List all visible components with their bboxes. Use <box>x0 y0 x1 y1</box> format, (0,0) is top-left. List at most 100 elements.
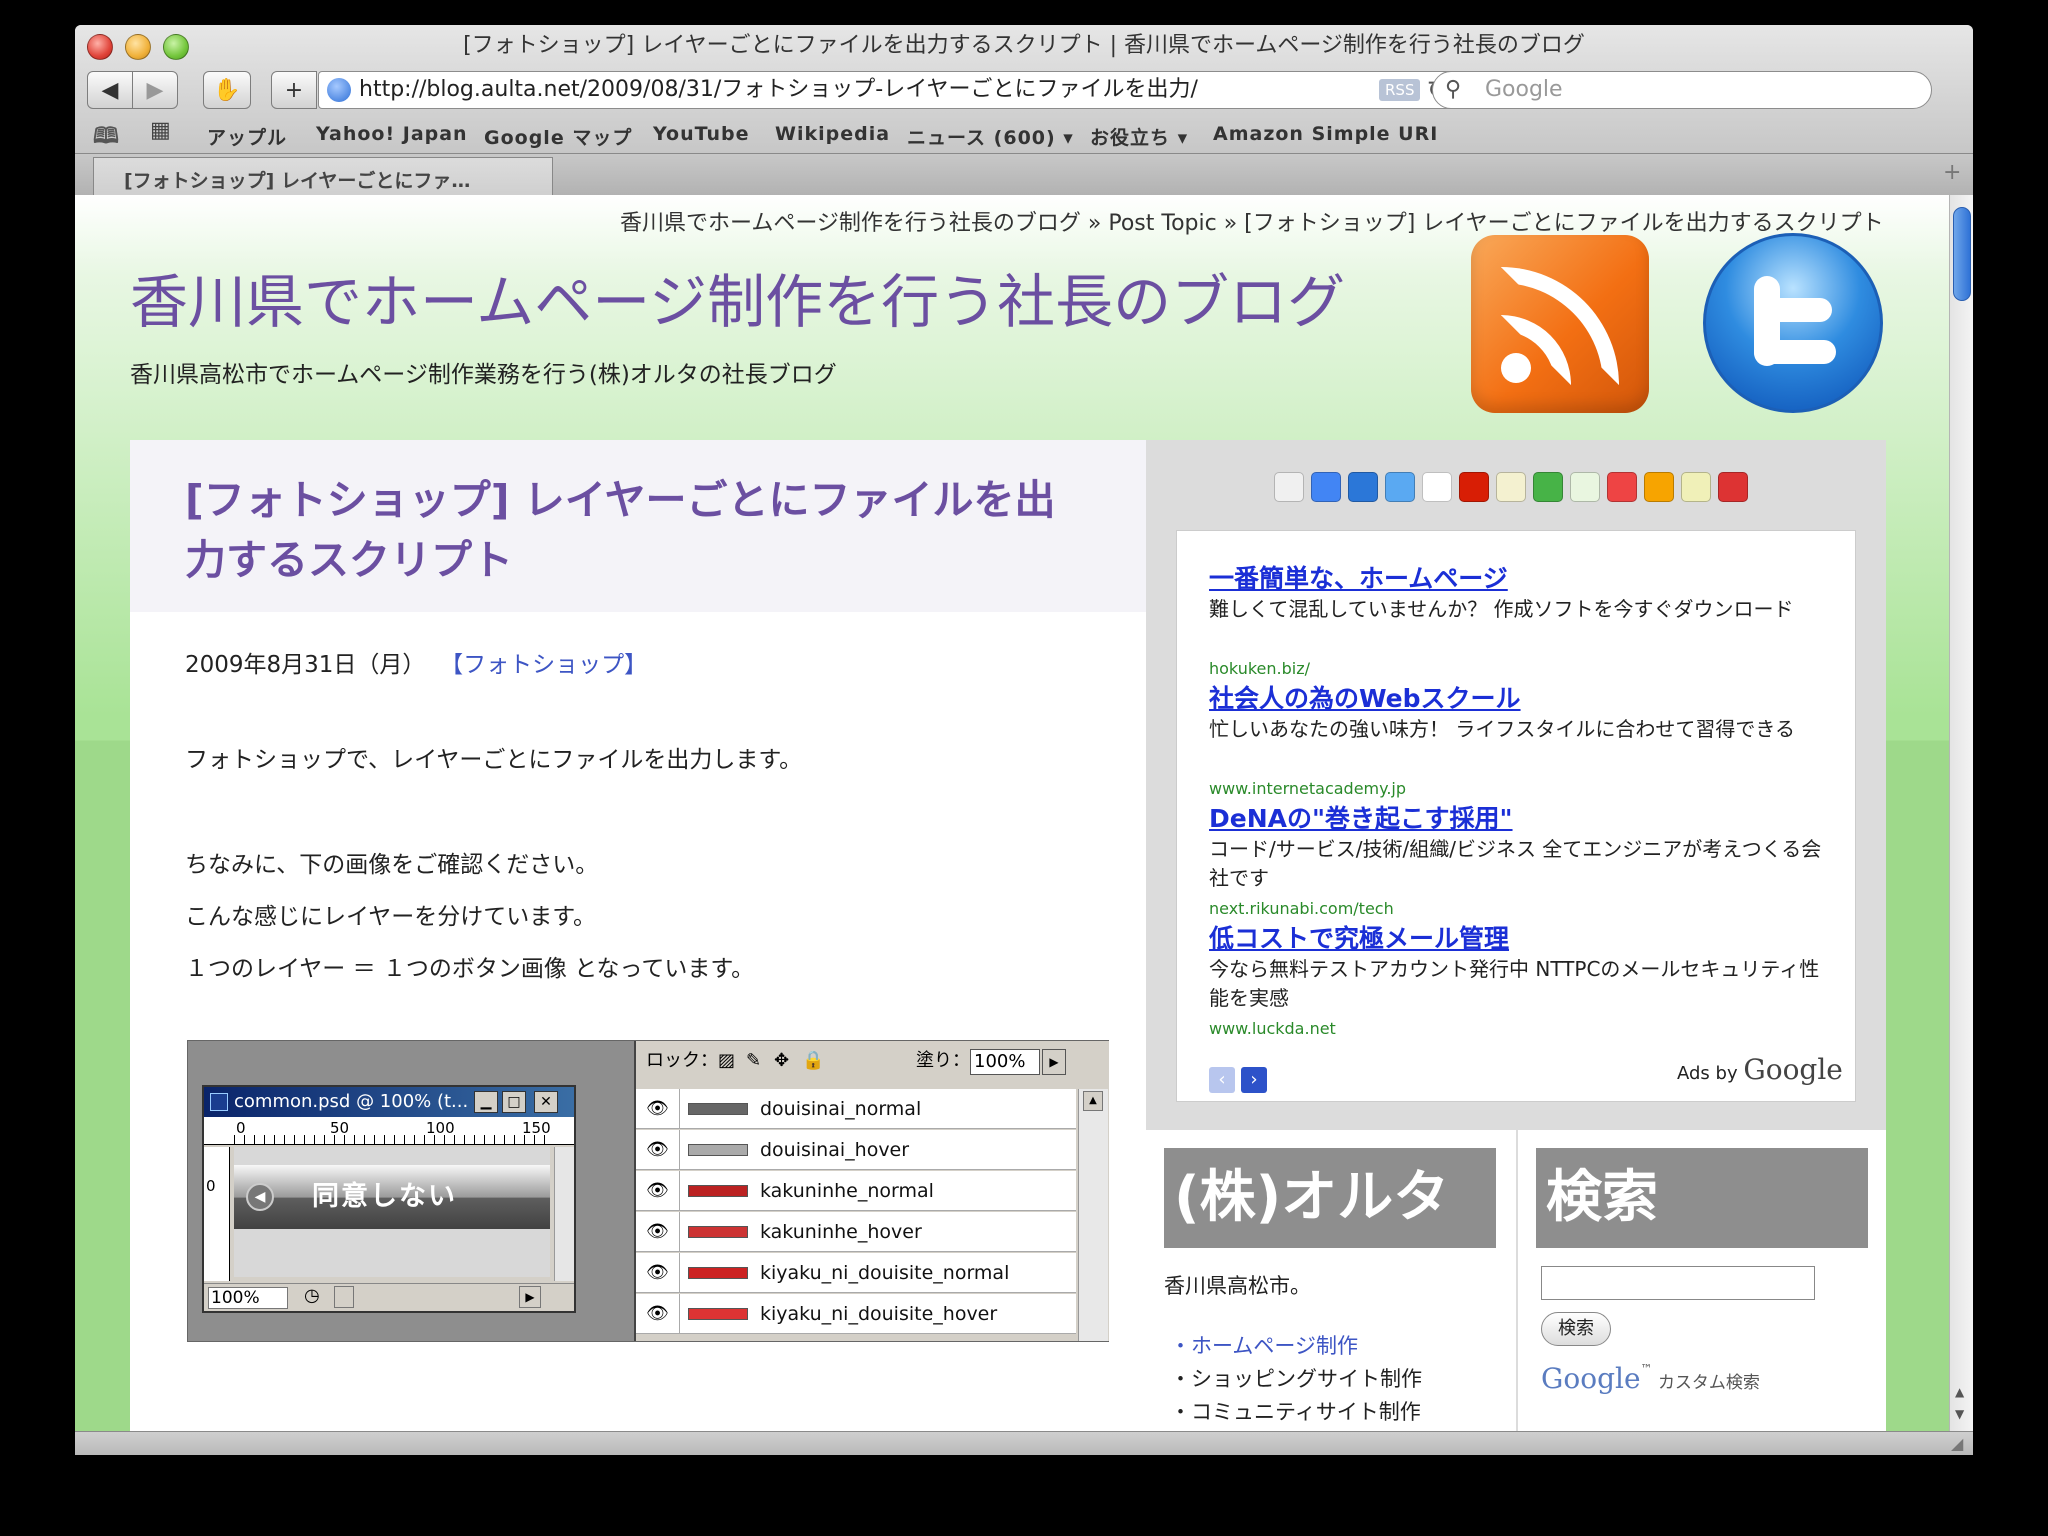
fill-value-field[interactable]: 100% <box>970 1049 1040 1075</box>
breadcrumb: 香川県でホームページ制作を行う社長のブログ » Post Topic » [フォ… <box>620 211 1884 236</box>
layer-row[interactable]: 👁 kakuninhe_normal <box>636 1171 1076 1211</box>
fill-dropdown-icon[interactable]: ▶ <box>1042 1049 1066 1075</box>
scroll-up-icon[interactable]: ▲ <box>1955 1385 1964 1399</box>
eye-icon[interactable]: 👁 <box>636 1294 680 1334</box>
google-ads-box: 一番簡単な、ホームページ 難しくて混乱していませんか？ 作成ソフトを今すぐダウン… <box>1176 530 1856 1102</box>
lock-move-icon[interactable]: ✥ <box>774 1041 789 1081</box>
bookmark-item[interactable]: Wikipedia <box>775 123 890 145</box>
ps-scrollbar[interactable] <box>554 1147 574 1281</box>
scroll-down-icon[interactable]: ▼ <box>1955 1407 1964 1421</box>
bookmark-item[interactable]: Google マップ <box>484 123 632 150</box>
hatena-icon[interactable] <box>1348 472 1378 502</box>
ads-next-icon[interactable]: › <box>1241 1067 1267 1093</box>
layer-row[interactable]: 👁 douisinai_normal <box>636 1089 1076 1129</box>
company-link[interactable]: ・ショッピングサイト制作 <box>1170 1363 1422 1393</box>
scroll-up-icon[interactable]: ▲ <box>1083 1091 1103 1111</box>
scroll-left-icon[interactable] <box>334 1286 354 1308</box>
scrollbar-thumb[interactable] <box>1953 207 1971 301</box>
maximize-icon[interactable]: □ <box>502 1091 526 1113</box>
social-icon[interactable] <box>1607 472 1637 502</box>
ads-by-google[interactable]: Ads by Google <box>1677 1053 1843 1086</box>
ps-ruler: 0 50 100 150 <box>204 1117 574 1145</box>
ps-layers-toolbar: ロック： ▨ ✎ ✥ 🔒 塗り： 100% ▶ <box>636 1041 1111 1081</box>
layer-row[interactable]: 👁 kakuninhe_hover <box>636 1212 1076 1252</box>
eye-icon[interactable]: 👁 <box>636 1253 680 1293</box>
lock-brush-icon[interactable]: ✎ <box>746 1041 761 1081</box>
grid-icon[interactable]: ▦ <box>150 118 172 143</box>
blog-title[interactable]: 香川県でホームページ制作を行う社長のブログ <box>130 255 1345 339</box>
layer-row[interactable]: 👁 douisinai_hover <box>636 1130 1076 1170</box>
lock-all-icon[interactable]: 🔒 <box>802 1041 824 1081</box>
social-icon[interactable] <box>1274 472 1304 502</box>
bookmark-item[interactable]: お役立ち ▾ <box>1090 123 1188 150</box>
clock-icon[interactable]: ◷ <box>304 1285 320 1306</box>
social-icon[interactable] <box>1718 472 1748 502</box>
livedoor-icon[interactable] <box>1533 472 1563 502</box>
ad-url[interactable]: www.luckda.net <box>1209 1019 1336 1038</box>
delicious-icon[interactable] <box>1422 472 1452 502</box>
resize-grip-icon[interactable]: ◢ <box>1951 1434 1963 1453</box>
minimize-icon[interactable]: ▁ <box>474 1091 498 1113</box>
ad-url[interactable]: next.rikunabi.com/tech <box>1209 899 1394 918</box>
ad-description: コード/サービス/技術/組織/ビジネス 全てエンジニアが考えつくる会社です <box>1209 837 1822 890</box>
page-scrollbar[interactable]: ▲ ▼ <box>1949 195 1973 1431</box>
lock-label: ロック： <box>646 1050 718 1071</box>
social-icon[interactable] <box>1496 472 1526 502</box>
post-content: [フォトショップ] レイヤーごとにファイルを出力するスクリプト 2009年8月3… <box>130 440 1146 1431</box>
zoom-field[interactable]: 100% <box>208 1287 288 1309</box>
bookmark-item[interactable]: ニュース (600) ▾ <box>907 123 1074 150</box>
lock-transparency-icon[interactable]: ▨ <box>718 1041 735 1081</box>
eye-icon[interactable]: 👁 <box>636 1212 680 1252</box>
forward-button[interactable]: ▶ <box>132 71 178 109</box>
ad-title[interactable]: 低コストで究極メール管理 <box>1209 919 1509 955</box>
scroll-right-icon[interactable]: ▶ <box>519 1286 541 1308</box>
search-heading: 検索 <box>1536 1148 1868 1248</box>
post-category-link[interactable]: 【フォトショップ】 <box>440 652 647 678</box>
tab-current[interactable]: [フォトショップ] レイヤーごとにファ… <box>93 157 553 196</box>
add-bookmark-button[interactable]: + <box>271 71 317 109</box>
eye-icon[interactable]: 👁 <box>636 1130 680 1170</box>
close-icon[interactable]: ✕ <box>534 1091 558 1113</box>
layer-row[interactable]: 👁 kiyaku_ni_douisite_hover <box>636 1294 1076 1334</box>
eye-icon[interactable]: 👁 <box>636 1171 680 1211</box>
google-bookmark-icon[interactable] <box>1311 472 1341 502</box>
ad-title[interactable]: 一番簡単な、ホームページ <box>1209 559 1508 595</box>
layers-scrollbar[interactable]: ▲ <box>1078 1089 1108 1341</box>
bookmark-icon[interactable] <box>1385 472 1415 502</box>
company-link[interactable]: ・コミュニティサイト制作 <box>1170 1396 1421 1426</box>
ads-prev-icon[interactable]: ‹ <box>1209 1067 1235 1093</box>
site-search-input[interactable] <box>1541 1266 1815 1300</box>
twitter-icon[interactable] <box>1703 233 1883 413</box>
photoshop-screenshot: common.psd @ 100% (t... ▁ □ ✕ 0 50 100 1… <box>187 1040 1109 1342</box>
search-field[interactable]: ⚲ Google <box>1432 71 1932 109</box>
ps-vertical-ruler: 0 <box>204 1147 230 1281</box>
check-icon[interactable] <box>1644 472 1674 502</box>
ps-canvas[interactable]: 同意しない ◀ <box>234 1147 550 1277</box>
nifty-icon[interactable] <box>1459 472 1489 502</box>
layer-row[interactable]: 👁 kiyaku_ni_douisite_normal <box>636 1253 1076 1293</box>
address-bar[interactable]: http://blog.aulta.net/2009/08/31/フォトショップ… <box>318 71 1456 109</box>
ad-title[interactable]: DeNAの"巻き起こす採用" <box>1209 799 1513 835</box>
post-title[interactable]: [フォトショップ] レイヤーごとにファイルを出力するスクリプト <box>185 470 1085 590</box>
sidebar-widgets: (株)オルタ 香川県高松市。 ・ホームページ制作 ・ショッピングサイト制作 ・コ… <box>1146 1130 1886 1431</box>
ad-url[interactable]: hokuken.biz/ <box>1209 659 1310 678</box>
web-page: 香川県でホームページ制作を行う社長のブログ » Post Topic » [フォ… <box>75 195 1949 1431</box>
eye-icon[interactable]: 👁 <box>636 1089 680 1129</box>
ad-title[interactable]: 社会人の為のWebスクール <box>1209 679 1521 715</box>
new-tab-icon[interactable]: + <box>1943 160 1961 185</box>
rss-badge[interactable]: RSS <box>1379 79 1421 101</box>
plus-bookmark-icon[interactable] <box>1570 472 1600 502</box>
back-button[interactable]: ◀ <box>87 71 133 109</box>
site-search-button[interactable]: 検索 <box>1541 1312 1611 1346</box>
browser-toolbar: [フォトショップ] レイヤーごとにファイルを出力するスクリプト | 香川県でホー… <box>75 25 1973 196</box>
bookmark-item[interactable]: Yahoo! Japan <box>316 123 468 145</box>
snapback-button[interactable]: ✋ <box>203 71 251 109</box>
book-icon[interactable]: 🕮 <box>93 119 120 157</box>
company-link[interactable]: ・ホームページ制作 <box>1170 1330 1358 1360</box>
bookmark-item[interactable]: アップル <box>207 123 287 150</box>
bookmark-item[interactable]: Amazon Simple URI <box>1213 123 1438 145</box>
social-icon[interactable] <box>1681 472 1711 502</box>
rss-feed-icon[interactable] <box>1471 235 1649 413</box>
ad-url[interactable]: www.internetacademy.jp <box>1209 779 1406 798</box>
bookmark-item[interactable]: YouTube <box>653 123 749 145</box>
